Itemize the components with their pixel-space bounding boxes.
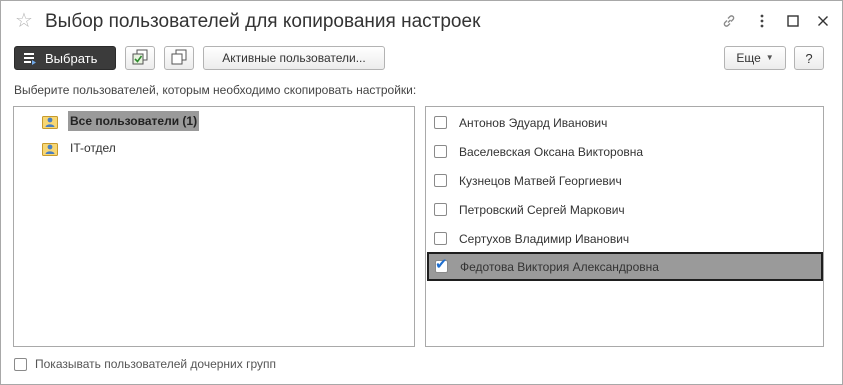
user-name: Петровский Сергей Маркович — [459, 202, 625, 217]
tree-item-all-users[interactable]: Все пользователи (1) — [42, 110, 200, 132]
show-child-groups-checkbox[interactable] — [14, 357, 27, 371]
select-button-label: Выбрать — [45, 50, 98, 66]
user-name: Васелевская Оксана Викторовна — [459, 144, 644, 159]
uncheck-all-icon — [171, 49, 187, 67]
tree-item-it-department[interactable]: IT-отдел — [42, 137, 118, 159]
user-checkbox[interactable] — [434, 145, 447, 158]
user-checkbox[interactable] — [434, 203, 447, 216]
list-item[interactable]: Васелевская Оксана Викторовна — [426, 137, 823, 166]
more-menu-label: Еще — [736, 51, 761, 65]
instruction-text: Выберите пользователей, которым необходи… — [14, 83, 417, 97]
user-checkbox[interactable] — [434, 174, 447, 187]
user-name: Сертухов Владимир Иванович — [459, 231, 630, 246]
user-name: Антонов Эдуард Иванович — [459, 115, 608, 130]
select-icon — [23, 51, 37, 65]
user-name: Кузнецов Матвей Георгиевич — [459, 173, 622, 188]
uncheck-all-button[interactable] — [164, 46, 194, 70]
show-child-groups-label: Показывать пользователей дочерних групп — [35, 357, 277, 371]
link-icon[interactable] — [719, 11, 739, 31]
window-title: Выбор пользователей для копирования наст… — [45, 11, 481, 32]
more-vertical-icon[interactable] — [752, 11, 772, 31]
user-checkbox[interactable] — [434, 232, 447, 245]
star-icon[interactable]: ☆ — [15, 9, 33, 33]
show-child-groups-option[interactable]: Показывать пользователей дочерних групп — [14, 357, 276, 371]
user-checkbox[interactable] — [434, 116, 447, 129]
users-list[interactable]: Антонов Эдуард Иванович Васелевская Окса… — [425, 106, 824, 347]
checkmark-icon: ✔ — [435, 256, 448, 273]
tree-item-label: IT-отдел — [70, 141, 116, 155]
maximize-icon[interactable] — [783, 11, 803, 31]
select-button[interactable]: Выбрать — [14, 46, 116, 70]
groups-tree[interactable]: Все пользователи (1) IT-отдел — [13, 106, 415, 347]
check-all-button[interactable] — [125, 46, 155, 70]
help-button[interactable]: ? — [794, 46, 824, 70]
dialog-window: ☆ Выбор пользователей для копирования на… — [0, 0, 843, 385]
user-group-icon — [42, 143, 58, 156]
chevron-down-icon: ▼ — [765, 53, 774, 62]
user-group-icon — [42, 116, 58, 129]
list-item-selected[interactable]: ✔ Федотова Виктория Александровна — [427, 252, 823, 281]
list-item[interactable]: Петровский Сергей Маркович — [426, 195, 823, 224]
title-bar: ☆ Выбор пользователей для копирования на… — [1, 1, 842, 41]
user-name: Федотова Виктория Александровна — [460, 259, 659, 274]
close-icon[interactable] — [813, 11, 833, 31]
more-menu-button[interactable]: Еще ▼ — [724, 46, 786, 70]
active-users-button[interactable]: Активные пользователи... — [203, 46, 385, 70]
list-item[interactable]: Антонов Эдуард Иванович — [426, 108, 823, 137]
list-item[interactable]: Сертухов Владимир Иванович — [426, 224, 823, 253]
check-all-icon — [132, 49, 148, 67]
user-checkbox-checked[interactable]: ✔ — [435, 256, 448, 273]
tree-item-label: Все пользователи (1) — [68, 111, 200, 131]
list-item[interactable]: Кузнецов Матвей Георгиевич — [426, 166, 823, 195]
